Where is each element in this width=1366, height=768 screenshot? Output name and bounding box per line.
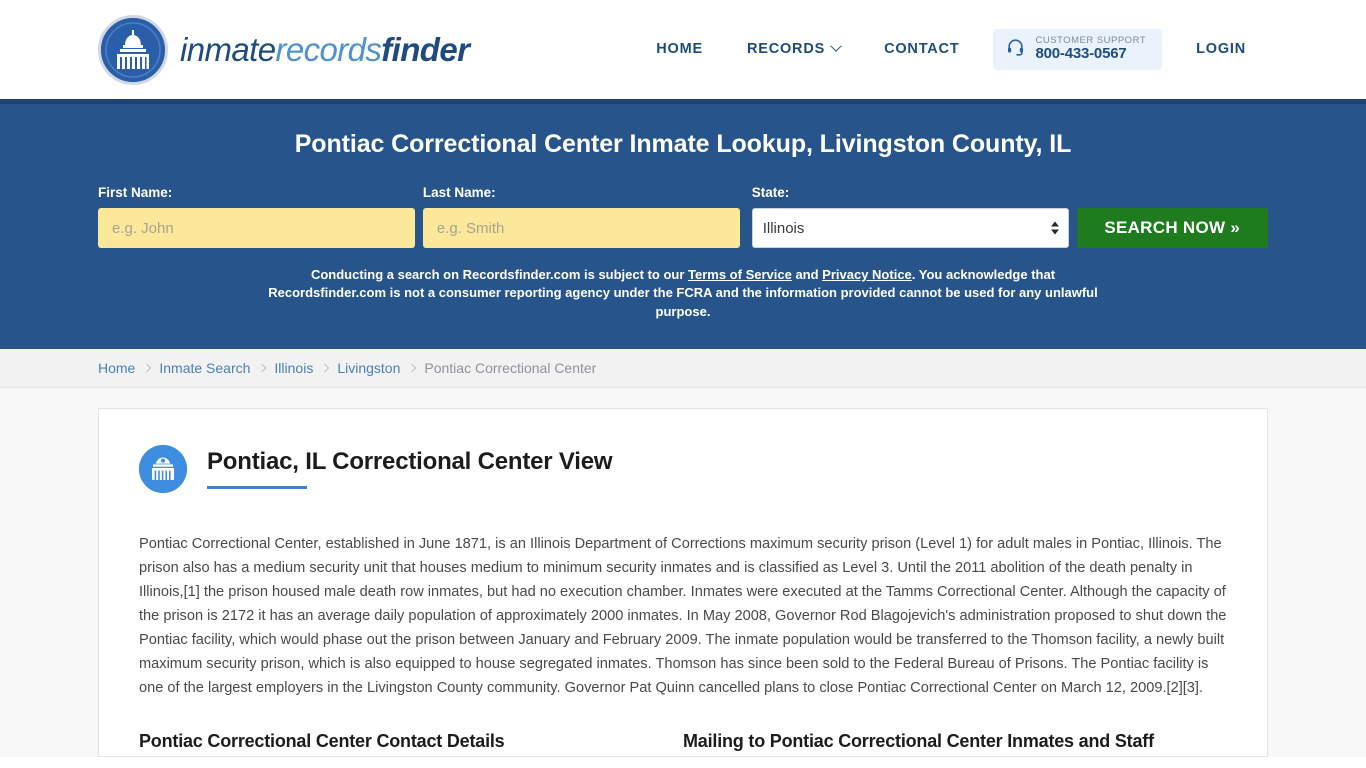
nav-login[interactable]: LOGIN (1174, 31, 1268, 67)
customer-support-box[interactable]: CUSTOMER SUPPORT 800-433-0567 (993, 28, 1163, 71)
nav-contact-label: CONTACT (884, 41, 960, 58)
terms-of-service-link[interactable]: Terms of Service (688, 267, 792, 282)
main-navigation: HOME RECORDS CONTACT CUSTOMER SUPPORT 80… (634, 28, 1268, 71)
search-now-button[interactable]: SEARCH NOW » (1076, 208, 1268, 248)
site-logo[interactable]: inmaterecordsfinder (98, 0, 470, 99)
chevron-right-icon (321, 364, 330, 373)
last-name-label: Last Name: (422, 185, 496, 200)
mailing-heading: Mailing to Pontiac Correctional Center I… (683, 730, 1154, 751)
nav-login-label: LOGIN (1196, 41, 1246, 58)
prison-building-icon (139, 445, 187, 494)
logo-part-finder: finder (381, 31, 470, 68)
state-label: State: (751, 185, 790, 200)
facility-description: Pontiac Correctional Center, established… (139, 536, 1227, 696)
first-name-field-group: First Name: (98, 185, 415, 248)
nav-records[interactable]: RECORDS (725, 31, 862, 67)
title-underline-accent (207, 485, 307, 489)
disclaimer-text-2: and (791, 267, 823, 282)
privacy-notice-link[interactable]: Privacy Notice (822, 267, 912, 282)
chevron-down-icon (830, 40, 842, 53)
chevron-right-icon (258, 364, 267, 373)
logo-part-records: records (275, 31, 382, 68)
search-disclaimer: Conducting a search on Recordsfinder.com… (262, 266, 1104, 321)
breadcrumb-item-inmate-search[interactable]: Inmate Search (159, 360, 250, 376)
breadcrumb-item-home[interactable]: Home (98, 360, 135, 376)
capitol-dome-seal-icon (98, 14, 168, 85)
headset-icon (1006, 37, 1025, 61)
mailing-column: Mailing to Pontiac Correctional Center I… (683, 731, 1227, 752)
disclaimer-text-1: Conducting a search on Recordsfinder.com… (310, 267, 689, 282)
breadcrumb: Home Inmate Search Illinois Livingston P… (0, 349, 1366, 389)
inmate-search-form: First Name: Last Name: State: Illinois S… (98, 185, 1268, 248)
breadcrumb-item-illinois[interactable]: Illinois (274, 360, 313, 376)
breadcrumb-item-livingston[interactable]: Livingston (337, 360, 400, 376)
facility-detail-columns: Pontiac Correctional Center Contact Deta… (139, 731, 1227, 752)
nav-records-label: RECORDS (746, 41, 826, 58)
first-name-input[interactable] (98, 208, 415, 248)
facility-title: Pontiac, IL Correctional Center View (207, 447, 613, 475)
state-field-group: State: Illinois (751, 185, 1069, 248)
logo-part-inmate: inmate (180, 31, 276, 68)
hero-search-section: Pontiac Correctional Center Inmate Looku… (0, 99, 1366, 350)
support-phone: 800-433-0567 (1035, 45, 1127, 63)
facility-header: Pontiac, IL Correctional Center View (139, 445, 1227, 494)
state-select[interactable]: Illinois (751, 208, 1069, 248)
breadcrumb-item-current: Pontiac Correctional Center (424, 360, 597, 377)
chevron-right-icon (143, 364, 152, 373)
last-name-field-group: Last Name: (422, 185, 740, 248)
nav-home[interactable]: HOME (634, 31, 725, 67)
contact-details-heading: Pontiac Correctional Center Contact Deta… (139, 730, 505, 751)
last-name-input[interactable] (422, 208, 740, 248)
logo-wordmark: inmaterecordsfinder (180, 31, 470, 68)
first-name-label: First Name: (98, 185, 173, 200)
page-body: Pontiac, IL Correctional Center View Pon… (0, 388, 1366, 758)
page-title: Pontiac Correctional Center Inmate Looku… (294, 130, 1072, 158)
facility-content-card: Pontiac, IL Correctional Center View Pon… (98, 408, 1268, 758)
site-header: inmaterecordsfinder HOME RECORDS CONTACT… (0, 0, 1366, 99)
nav-contact[interactable]: CONTACT (862, 31, 981, 67)
chevron-right-icon (408, 364, 417, 373)
nav-home-label: HOME (656, 41, 703, 58)
contact-details-column: Pontiac Correctional Center Contact Deta… (139, 731, 683, 752)
